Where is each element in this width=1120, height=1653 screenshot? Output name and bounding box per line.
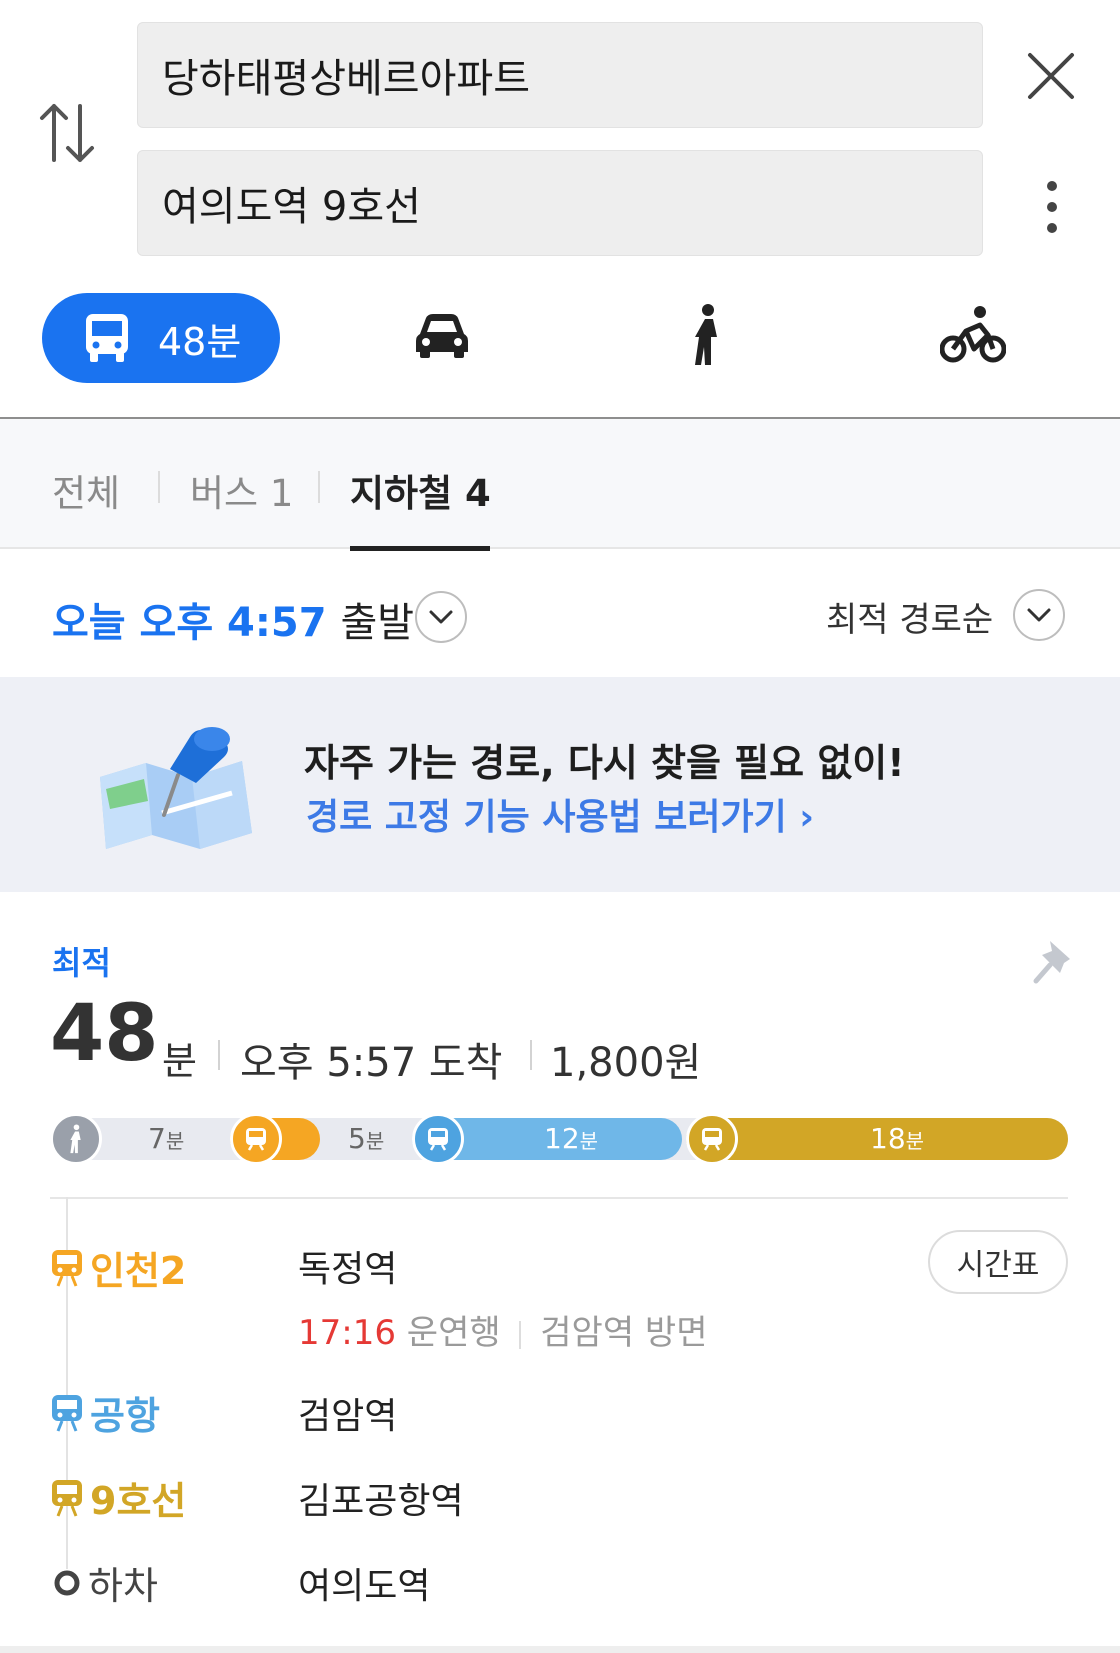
- station-board: 독정역: [298, 1249, 398, 1290]
- line-9: 9호선: [50, 1470, 186, 1525]
- bottom-divider: [0, 1646, 1120, 1653]
- subway-icon: [52, 1479, 82, 1517]
- subway-icon: [686, 1113, 738, 1165]
- mode-walk-tab[interactable]: [672, 300, 742, 370]
- transit-filter-tabs: 전체 버스 1 지하철 4: [0, 419, 1120, 551]
- swap-route-icon[interactable]: [38, 98, 98, 168]
- destination-input[interactable]: 여의도역 9호선: [137, 150, 983, 256]
- alight-circle-icon: [54, 1570, 80, 1595]
- walk-icon: [50, 1113, 102, 1165]
- fare: 1,800원: [550, 1040, 702, 1086]
- divider: [50, 1197, 1068, 1199]
- tab-subway[interactable]: 지하철 4: [350, 463, 491, 517]
- station-geomam: 검암역: [298, 1396, 398, 1437]
- timetable-button[interactable]: 시간표: [928, 1230, 1068, 1294]
- duration-unit: 분: [162, 1039, 197, 1083]
- separator: [519, 1320, 522, 1349]
- next-train-time: 17:16: [298, 1313, 396, 1353]
- line-airport: 공항: [50, 1385, 160, 1440]
- separator: [530, 1040, 532, 1070]
- departure-time[interactable]: 오늘 오후 4:57 출발: [52, 590, 414, 648]
- departure-suffix: 출발: [340, 600, 415, 646]
- map-pin-icon: [100, 727, 252, 849]
- banner-title: 자주 가는 경로, 다시 찾을 필요 없이!: [304, 741, 905, 785]
- bike-icon: [940, 306, 1006, 363]
- train-direction: 검암역 방면: [540, 1313, 708, 1353]
- close-icon[interactable]: [1020, 45, 1082, 107]
- more-vertical-icon[interactable]: [1040, 178, 1064, 236]
- promo-banner[interactable]: 자주 가는 경로, 다시 찾을 필요 없이! 경로 고정 기능 사용법 보러가기…: [0, 677, 1120, 892]
- station-yeouido: 여의도역: [298, 1566, 431, 1607]
- alight-label: 하차: [88, 1564, 158, 1608]
- segment-line9-duration: 18분: [870, 1122, 925, 1155]
- duration-number: 48: [50, 989, 159, 1079]
- transit-duration: 48분: [158, 319, 242, 364]
- train-info: 17:16 운연행 검암역 방면: [298, 1305, 707, 1354]
- subway-icon: [412, 1113, 464, 1165]
- chevron-down-icon[interactable]: [415, 591, 467, 643]
- line-name: 9호선: [90, 1479, 187, 1523]
- arrival-time: 오후 5:57 도착: [240, 1040, 503, 1086]
- segment-incheon2-duration: 5분: [348, 1122, 385, 1155]
- tab-separator: [158, 471, 160, 503]
- line-incheon2: 인천2: [50, 1240, 186, 1295]
- banner-link[interactable]: 경로 고정 기능 사용법 보러가기 ›: [306, 788, 814, 840]
- station-gimpo-airport: 김포공항역: [298, 1481, 464, 1522]
- tab-bus[interactable]: 버스 1: [190, 463, 293, 517]
- segment-airport-duration: 12분: [544, 1122, 599, 1155]
- segment-walk-duration: 7분: [148, 1122, 185, 1155]
- subway-icon: [52, 1394, 82, 1432]
- tab-all[interactable]: 전체: [52, 463, 120, 517]
- alight: 하차: [52, 1555, 158, 1610]
- mode-bike-tab[interactable]: [938, 300, 1008, 370]
- bus-icon: [86, 314, 128, 362]
- departure-time-value: 오늘 오후 4:57: [52, 600, 327, 646]
- separator: [218, 1040, 220, 1070]
- line-name: 인천2: [90, 1249, 187, 1293]
- mode-car-tab[interactable]: [407, 300, 477, 370]
- mode-transit-tab[interactable]: 48분: [42, 293, 280, 383]
- sort-option[interactable]: 최적 경로순: [826, 592, 993, 641]
- best-route-badge: 최적: [52, 944, 111, 982]
- active-tab-indicator: [350, 546, 490, 551]
- subway-icon: [52, 1249, 82, 1287]
- line-name: 공항: [90, 1394, 160, 1438]
- train-bound: 운연행: [406, 1313, 501, 1353]
- origin-input[interactable]: 당하태평상베르아파트: [137, 22, 983, 128]
- car-icon: [416, 314, 468, 358]
- chevron-down-icon[interactable]: [1013, 589, 1065, 641]
- tab-separator: [318, 471, 320, 503]
- subway-icon: [230, 1113, 282, 1165]
- walk-icon: [695, 304, 717, 365]
- pin-icon[interactable]: [1030, 935, 1078, 987]
